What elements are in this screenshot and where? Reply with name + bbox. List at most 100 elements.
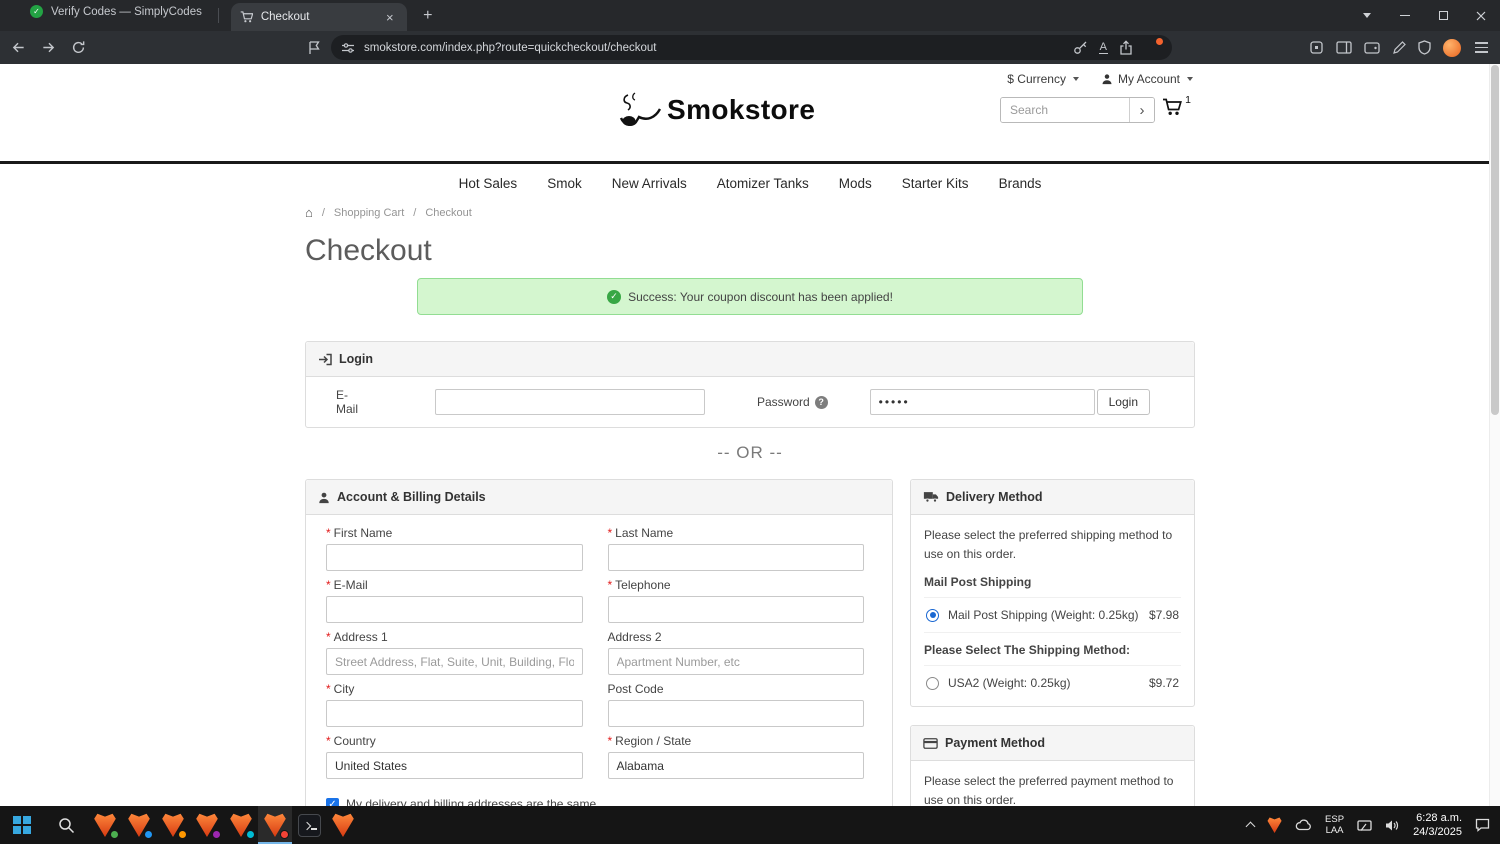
address1-input[interactable] (326, 648, 583, 675)
extensions-cluster (1309, 31, 1490, 64)
profile-avatar[interactable] (1443, 38, 1461, 57)
email-input[interactable] (326, 596, 583, 623)
breadcrumb-separator: / (413, 206, 417, 219)
profile-badge (280, 830, 289, 839)
wallet-icon[interactable] (1364, 41, 1380, 54)
tab-close-icon[interactable]: × (382, 9, 398, 25)
taskbar-app-brave-3[interactable] (156, 806, 190, 844)
taskbar-app-brave-active[interactable] (258, 806, 292, 844)
brave-shields-icon[interactable] (1144, 36, 1164, 56)
maximize-button[interactable] (1424, 0, 1462, 31)
login-button[interactable]: Login (1096, 389, 1150, 415)
edit-icon[interactable] (1392, 40, 1406, 55)
search-go-button[interactable]: › (1129, 98, 1154, 122)
tab-search-icon[interactable] (1348, 0, 1386, 31)
site-logo[interactable]: Smokstore (618, 90, 815, 130)
cart-favicon (240, 11, 253, 23)
or-divider: -- OR -- (717, 443, 783, 462)
taskbar-app-brave-5[interactable] (224, 806, 258, 844)
tray-cloud-icon[interactable] (1295, 819, 1312, 831)
tab-checkout[interactable]: Checkout × (230, 3, 407, 31)
bookmark-button[interactable] (302, 36, 326, 60)
extensions-icon[interactable] (1309, 40, 1324, 55)
notification-center-icon[interactable] (1475, 818, 1490, 832)
minimize-button[interactable] (1386, 0, 1424, 31)
browser-titlebar: ✓ Verify Codes — SimplyCodes Checkout × … (0, 0, 1500, 31)
tray-expand-icon[interactable] (1245, 821, 1256, 832)
taskbar-app-brave-2[interactable] (122, 806, 156, 844)
home-icon[interactable]: ⌂ (305, 205, 313, 220)
page-title: Checkout (305, 234, 432, 267)
payment-panel: Payment Method Please select the preferr… (910, 725, 1195, 806)
country-label: * Country (326, 734, 376, 748)
search-icon (58, 817, 74, 833)
telephone-input[interactable] (607, 596, 864, 623)
tab-verify-codes[interactable]: ✓ Verify Codes — SimplyCodes (0, 0, 218, 31)
nav-item-hot-sales[interactable]: Hot Sales (459, 176, 518, 191)
taskbar-app-brave-1[interactable] (88, 806, 122, 844)
login-email-input[interactable] (434, 389, 705, 415)
nav-item-mods[interactable]: Mods (839, 176, 872, 191)
success-check-icon: ✓ (607, 289, 622, 304)
nav-item-smok[interactable]: Smok (547, 176, 582, 191)
language-indicator[interactable]: ESP LAA (1325, 814, 1344, 837)
nav-item-new-arrivals[interactable]: New Arrivals (612, 176, 687, 191)
user-icon (1102, 74, 1112, 85)
caret-down-icon (1072, 77, 1079, 81)
tray-tablet-icon[interactable] (1357, 819, 1372, 832)
breadcrumb-shopping-cart[interactable]: Shopping Cart (334, 207, 404, 219)
tray-brave-icon[interactable] (1267, 817, 1282, 833)
translate-icon[interactable]: A (1098, 41, 1108, 55)
nav-item-starter-kits[interactable]: Starter Kits (902, 176, 969, 191)
taskbar-search-button[interactable] (44, 806, 88, 844)
scrollbar-thumb[interactable] (1491, 65, 1499, 415)
country-select[interactable]: United States (326, 752, 583, 779)
search-input[interactable] (1001, 98, 1129, 122)
currency-dropdown[interactable]: $ Currency (1007, 72, 1079, 86)
address-bar[interactable]: smokstore.com/index.php?route=quickcheck… (331, 35, 1172, 60)
city-input[interactable] (326, 700, 583, 727)
credit-card-icon (923, 737, 938, 749)
sidebar-icon[interactable] (1336, 41, 1352, 54)
taskbar-app-brave-6[interactable] (326, 806, 360, 844)
first-name-input[interactable] (326, 544, 583, 571)
shipping-option-usa2[interactable]: USA2 (Weight: 0.25kg) $9.72 (924, 666, 1181, 694)
pipe-icon (619, 92, 662, 126)
url-text: smokstore.com/index.php?route=quickcheck… (364, 41, 657, 54)
start-button[interactable] (0, 806, 44, 844)
password-help-icon[interactable]: ? (814, 395, 828, 409)
shipping-option-label: Mail Post Shipping (Weight: 0.25kg) (948, 608, 1139, 623)
shipping-option-label: USA2 (Weight: 0.25kg) (948, 676, 1071, 691)
password-key-icon[interactable] (1073, 41, 1088, 55)
site-settings-icon[interactable] (341, 41, 355, 55)
main-navigation: Hot Sales Smok New Arrivals Atomizer Tan… (0, 164, 1500, 202)
taskbar-app-brave-4[interactable] (190, 806, 224, 844)
taskbar-app-terminal[interactable] (292, 806, 326, 844)
shipping-option-mail-post[interactable]: Mail Post Shipping (Weight: 0.25kg) $7.9… (924, 598, 1181, 634)
volume-icon[interactable] (1385, 819, 1400, 832)
address2-input[interactable] (607, 648, 864, 675)
login-password-input[interactable] (869, 389, 1095, 415)
rewards-shield-icon[interactable] (1418, 40, 1431, 55)
same-address-checkbox[interactable]: ✓ (326, 797, 339, 806)
post-code-input[interactable] (607, 700, 864, 727)
radio-unselected[interactable] (926, 676, 939, 690)
taskbar-clock[interactable]: 6:28 a.m. 24/3/2025 (1413, 811, 1462, 840)
my-account-dropdown[interactable]: My Account (1101, 72, 1193, 86)
nav-item-atomizer-tanks[interactable]: Atomizer Tanks (717, 176, 809, 191)
new-tab-button[interactable]: + (415, 3, 441, 29)
header-cart-button[interactable]: 1 (1162, 94, 1191, 116)
tab-title: Verify Codes — SimplyCodes (51, 5, 202, 18)
share-icon[interactable] (1119, 40, 1133, 55)
reload-button[interactable] (66, 36, 90, 60)
browser-menu-icon[interactable] (1473, 40, 1490, 55)
radio-selected[interactable] (926, 608, 939, 622)
nav-item-brands[interactable]: Brands (999, 176, 1042, 191)
page-scrollbar (1489, 64, 1500, 806)
forward-button[interactable] (36, 36, 60, 60)
close-window-button[interactable] (1462, 0, 1500, 31)
last-name-input[interactable] (607, 544, 864, 571)
breadcrumb: ⌂ / Shopping Cart / Checkout (305, 205, 1195, 220)
region-select[interactable]: Alabama (607, 752, 864, 779)
back-button[interactable] (6, 36, 30, 60)
